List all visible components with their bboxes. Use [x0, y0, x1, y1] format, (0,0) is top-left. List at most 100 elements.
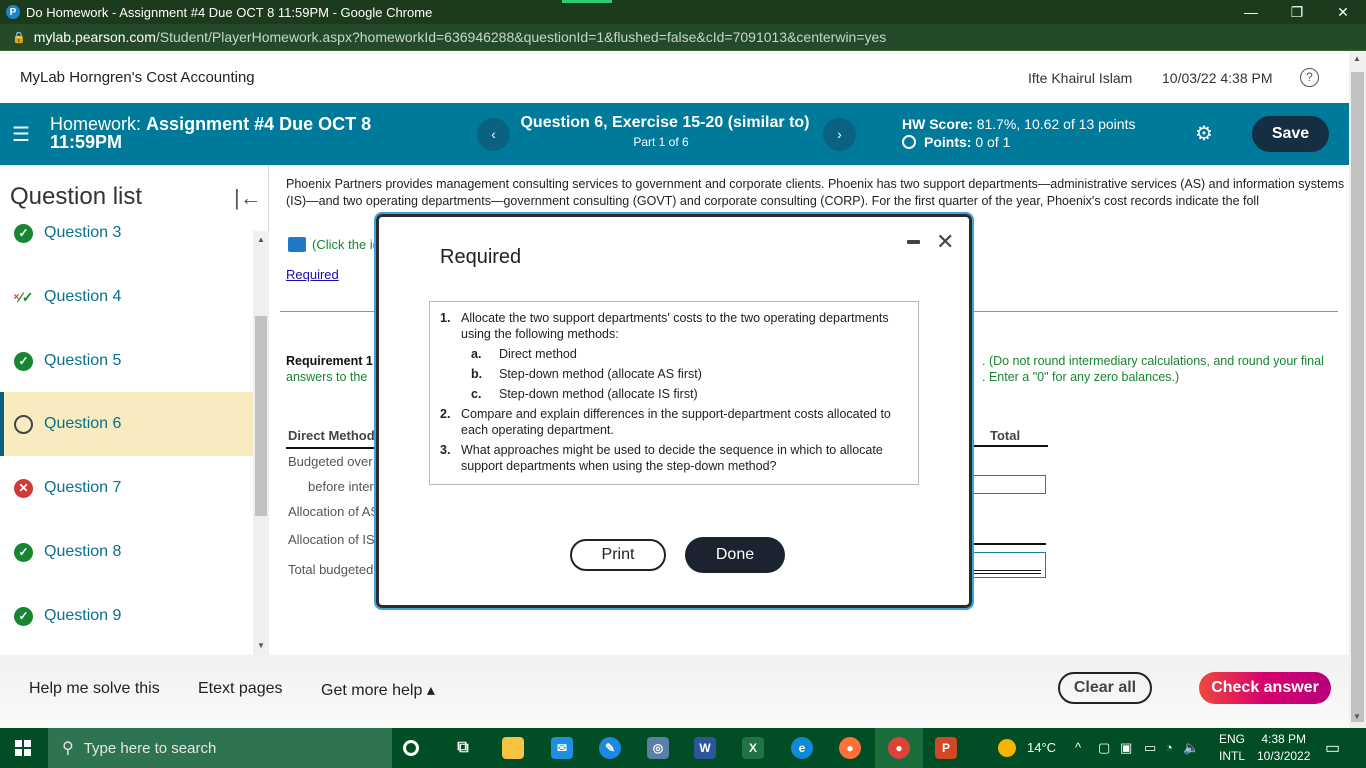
table-row-label: before inter: [308, 479, 374, 494]
print-button[interactable]: Print: [570, 539, 666, 571]
requirements-list: 1. Allocate the two support departments' …: [429, 301, 919, 485]
weather-icon[interactable]: [998, 739, 1016, 757]
file-explorer-icon[interactable]: [502, 737, 524, 759]
url-host: mylab.pearson.com: [33, 29, 156, 45]
question-item-5[interactable]: ✓ Question 5: [0, 329, 253, 393]
wifi-icon[interactable]: ◔: [1165, 740, 1173, 755]
save-button[interactable]: Save: [1252, 116, 1329, 152]
unanswered-circle-icon: [14, 414, 33, 434]
click-data-link[interactable]: (Click the ic: [288, 237, 379, 252]
app-name: MyLab Horngren's Cost Accounting: [20, 69, 255, 86]
battery-icon[interactable]: ▭: [1144, 740, 1156, 756]
menu-icon[interactable]: ☰: [12, 122, 30, 147]
browser-title-bar: P Do Homework - Assignment #4 Due OCT 8 …: [0, 0, 1366, 24]
previous-question-button[interactable]: ‹: [477, 118, 510, 151]
dialog-title: Required: [440, 246, 522, 268]
volume-icon[interactable]: 🔈: [1183, 740, 1199, 756]
question-item-3[interactable]: ✓ Question 3: [0, 223, 253, 265]
table-row-label: Allocation of AS: [288, 504, 380, 519]
tray-app-icon[interactable]: ▣: [1120, 740, 1132, 756]
user-name: Ifte Khairul Islam: [1028, 69, 1133, 86]
hw-score: HW Score: 81.7%, 10.62 of 13 points: [902, 116, 1136, 132]
powerpoint-icon[interactable]: P: [935, 737, 957, 759]
required-link[interactable]: Required: [286, 267, 339, 282]
taskbar-search-box[interactable]: ⚲ Type here to search: [48, 728, 392, 768]
page-scrollbar[interactable]: ▲ ▼: [1349, 52, 1366, 728]
table-row-label: Total budgeted: [288, 562, 374, 577]
media-app-icon[interactable]: ◎: [647, 737, 669, 759]
minimize-dialog-icon[interactable]: [907, 240, 920, 244]
question-intro: Phoenix Partners provides management con…: [286, 177, 1345, 208]
etext-pages-link[interactable]: Etext pages: [198, 680, 283, 698]
direct-method-header: Direct Method: [288, 428, 375, 443]
gear-icon[interactable]: ⚙: [1195, 121, 1213, 146]
app-header: MyLab Horngren's Cost Accounting Ifte Kh…: [0, 52, 1349, 103]
tools-app-icon[interactable]: ✎: [599, 737, 621, 759]
collapse-panel-icon[interactable]: |←: [234, 185, 262, 211]
total-budgeted-input[interactable]: [970, 552, 1046, 578]
address-bar[interactable]: 🔒 mylab.pearson.com/Student/PlayerHomewo…: [0, 24, 1366, 51]
search-icon: ⚲: [62, 740, 74, 757]
date-time: 10/03/22 4:38 PM: [1162, 69, 1273, 86]
correct-check-icon: ✓: [14, 606, 33, 626]
header-underline: [286, 447, 380, 449]
scroll-up-arrow-icon[interactable]: ▲: [257, 235, 265, 244]
question-item-6[interactable]: Question 6: [0, 392, 253, 456]
table-row-label: Allocation of IS: [288, 532, 375, 547]
question-part: Part 1 of 6: [633, 135, 689, 149]
help-icon[interactable]: ?: [1300, 68, 1319, 87]
taskbar-clock[interactable]: 4:38 PM 10/3/2022: [1257, 731, 1310, 765]
firefox-icon[interactable]: ●: [839, 737, 861, 759]
requirement-1-instructions: . (Do not round intermediary calculation…: [982, 354, 1324, 384]
mail-icon[interactable]: ✉: [551, 737, 573, 759]
notifications-icon[interactable]: ▭: [1325, 738, 1340, 758]
get-more-help-link[interactable]: Get more help ▴: [321, 680, 435, 700]
restore-button[interactable]: ❐: [1274, 0, 1320, 24]
incorrect-x-icon: ✕: [14, 478, 33, 498]
scrollbar-thumb[interactable]: [1351, 72, 1364, 722]
question-item-9[interactable]: ✓ Question 9: [0, 584, 253, 648]
question-list: ✓ Question 3 × ⁄✓ Question 4 ✓ Question 5 Qu…: [0, 223, 253, 653]
scroll-up-arrow-icon[interactable]: ▲: [1353, 54, 1361, 63]
lock-icon: 🔒: [12, 31, 26, 44]
check-answer-button[interactable]: Check answer: [1199, 672, 1331, 704]
correct-check-icon: ✓: [14, 542, 33, 562]
task-view-icon[interactable]: ⧉: [452, 737, 474, 759]
scroll-down-arrow-icon[interactable]: ▼: [1353, 712, 1361, 721]
question-title: Question 6, Exercise 15-20 (similar to): [520, 114, 810, 131]
correct-check-icon: ✓: [14, 351, 33, 371]
close-window-button[interactable]: ✕: [1320, 0, 1366, 24]
question-item-4[interactable]: × ⁄✓ Question 4: [0, 265, 253, 329]
pearson-logo-icon: P: [6, 5, 20, 19]
windows-start-icon[interactable]: [15, 740, 31, 756]
next-question-button[interactable]: ›: [823, 118, 856, 151]
help-me-solve-this-link[interactable]: Help me solve this: [29, 680, 160, 698]
partial-credit-icon: × ⁄✓: [13, 288, 34, 305]
question-list-scrollbar[interactable]: ▲ ▼: [253, 231, 269, 655]
excel-icon[interactable]: X: [742, 737, 764, 759]
scroll-down-arrow-icon[interactable]: ▼: [257, 641, 265, 650]
total-column-header: Total: [990, 428, 1021, 443]
data-table-icon: [288, 237, 306, 252]
minimize-button[interactable]: —: [1228, 0, 1274, 24]
clear-all-button[interactable]: Clear all: [1058, 672, 1152, 704]
total-budgeted-overhead-input[interactable]: [970, 475, 1046, 494]
correct-check-icon: ✓: [14, 223, 33, 243]
question-item-7[interactable]: ✕ Question 7: [0, 456, 253, 520]
question-item-8[interactable]: ✓ Question 8: [0, 520, 253, 584]
chrome-icon[interactable]: ●: [888, 737, 910, 759]
tab-indicator: [562, 0, 612, 3]
language-indicator[interactable]: ENG INTL: [1219, 731, 1245, 765]
scrollbar-thumb[interactable]: [255, 316, 267, 516]
show-hidden-icons-icon[interactable]: ^: [1075, 740, 1081, 755]
weather-temperature[interactable]: 14°C: [1027, 740, 1056, 755]
word-icon[interactable]: W: [694, 737, 716, 759]
edge-icon[interactable]: e: [791, 737, 813, 759]
done-button[interactable]: Done: [685, 537, 785, 573]
close-dialog-icon[interactable]: ✕: [936, 229, 954, 255]
homework-bar: ☰ Homework: Assignment #4 Due OCT 8 11:5…: [0, 103, 1349, 165]
cortana-icon[interactable]: [403, 740, 419, 756]
homework-title: Homework: Assignment #4 Due OCT 8 11:59P…: [50, 114, 372, 152]
tray-app-icon[interactable]: ▢: [1098, 740, 1110, 756]
window-title: Do Homework - Assignment #4 Due OCT 8 11…: [26, 4, 433, 20]
